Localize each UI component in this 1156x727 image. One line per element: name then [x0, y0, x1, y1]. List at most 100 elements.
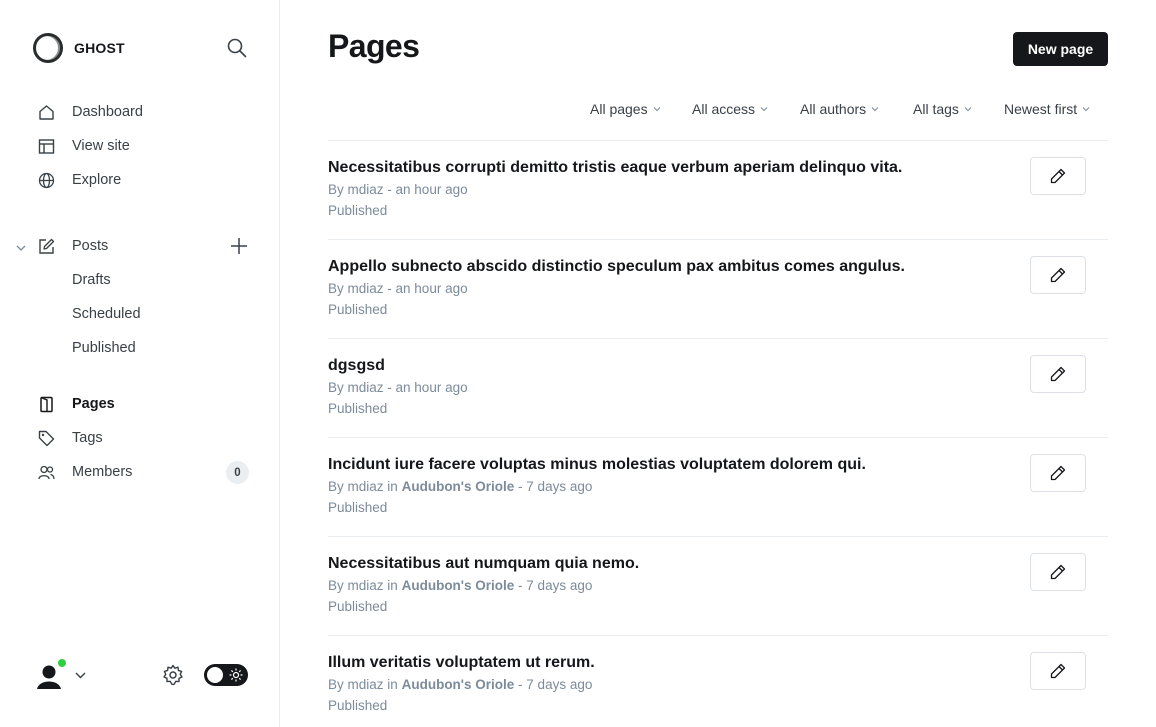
page-meta: By mdiaz - an hour ago	[328, 281, 468, 296]
sidebar: GHOST Dashboard View site Explore Posts	[0, 0, 280, 727]
page-row[interactable]: Appello subnecto abscido distinctio spec…	[328, 240, 1108, 339]
members-count-badge: 0	[226, 461, 249, 484]
chevron-down-icon	[964, 107, 972, 112]
edit-button[interactable]	[1030, 355, 1086, 393]
sidebar-item-scheduled[interactable]: Scheduled	[0, 299, 279, 329]
tag-icon	[38, 430, 55, 447]
chevron-down-icon	[871, 107, 879, 112]
author: By mdiaz	[328, 479, 384, 494]
page-row[interactable]: Necessitatibus corrupti demitto tristis …	[328, 141, 1108, 240]
page-row[interactable]: Necessitatibus aut numquam quia nemo. By…	[328, 537, 1108, 636]
page-title-link[interactable]: Illum veritatis voluptatem ut rerum.	[328, 654, 595, 672]
tag-link[interactable]: Audubon's Oriole	[402, 479, 515, 494]
sidebar-item-dashboard[interactable]: Dashboard	[0, 97, 279, 127]
toggle-knob	[207, 667, 223, 683]
sidebar-footer	[0, 650, 279, 700]
chevron-down-icon[interactable]	[15, 241, 27, 253]
page-row[interactable]: dgsgsd By mdiaz - an hour ago Published	[328, 339, 1108, 438]
filter-bar: All pages All access All authors All tag…	[280, 101, 1156, 121]
sidebar-item-published[interactable]: Published	[0, 333, 279, 363]
page-meta: By mdiaz - an hour ago	[328, 380, 468, 395]
sidebar-item-label: Tags	[72, 430, 103, 446]
new-page-button[interactable]: New page	[1013, 32, 1108, 66]
brand-name: GHOST	[74, 40, 125, 56]
page-meta: By mdiaz in Audubon's Oriole - 7 days ag…	[328, 479, 593, 494]
status-label: Published	[328, 203, 388, 218]
chevron-down-icon	[1082, 107, 1090, 112]
home-icon	[38, 104, 55, 121]
view-site-icon	[38, 138, 55, 155]
sidebar-item-label: View site	[72, 138, 130, 154]
status-label: Published	[328, 599, 388, 614]
status-label: Published	[328, 401, 388, 416]
in-label: in	[387, 578, 398, 593]
sidebar-item-explore[interactable]: Explore	[0, 165, 279, 195]
tag-link[interactable]: Audubon's Oriole	[402, 578, 515, 593]
filter-type[interactable]: All pages	[590, 101, 661, 117]
page-meta: By mdiaz in Audubon's Oriole - 7 days ag…	[328, 578, 593, 593]
timestamp: 7 days ago	[526, 479, 593, 494]
sun-icon	[229, 668, 243, 682]
timestamp: an hour ago	[395, 380, 468, 395]
sidebar-item-drafts[interactable]: Drafts	[0, 265, 279, 295]
filter-order[interactable]: Newest first	[1004, 101, 1090, 117]
page-title-link[interactable]: Necessitatibus corrupti demitto tristis …	[328, 159, 902, 177]
gear-icon[interactable]	[162, 664, 184, 686]
add-post-icon[interactable]	[229, 236, 249, 256]
sidebar-item-label: Dashboard	[72, 104, 143, 120]
page-title-link[interactable]: Necessitatibus aut numquam quia nemo.	[328, 555, 639, 573]
page-row[interactable]: Illum veritatis voluptatem ut rerum. By …	[328, 636, 1108, 727]
edit-button[interactable]	[1030, 454, 1086, 492]
page-title-link[interactable]: Incidunt iure facere voluptas minus mole…	[328, 456, 866, 474]
sidebar-item-pages[interactable]: Pages	[0, 389, 279, 419]
status-label: Published	[328, 302, 388, 317]
sidebar-item-label: Scheduled	[72, 306, 141, 322]
sidebar-item-view-site[interactable]: View site	[0, 131, 279, 161]
brand[interactable]: GHOST	[33, 33, 125, 63]
search-icon[interactable]	[226, 37, 248, 59]
pencil-icon	[1050, 663, 1066, 679]
status-label: Published	[328, 698, 388, 713]
timestamp: an hour ago	[395, 281, 468, 296]
edit-button[interactable]	[1030, 652, 1086, 690]
chevron-down-icon	[653, 107, 660, 112]
tag-link[interactable]: Audubon's Oriole	[402, 677, 515, 692]
pages-icon	[38, 396, 55, 413]
pencil-icon	[1050, 564, 1066, 580]
sidebar-item-label: Posts	[72, 238, 109, 254]
chevron-down-icon	[760, 107, 768, 112]
sidebar-item-tags[interactable]: Tags	[0, 423, 279, 453]
ghost-logo-icon	[33, 33, 63, 63]
page-title-link[interactable]: dgsgsd	[328, 357, 385, 375]
filter-access[interactable]: All access	[692, 101, 768, 117]
author: By mdiaz	[328, 677, 384, 692]
timestamp: an hour ago	[395, 182, 468, 197]
timestamp: 7 days ago	[526, 578, 593, 593]
page-title: Pages	[328, 28, 420, 64]
members-icon	[38, 464, 55, 481]
page-title-link[interactable]: Appello subnecto abscido distinctio spec…	[328, 258, 905, 276]
filter-tag[interactable]: All tags	[913, 101, 972, 117]
author: By mdiaz	[328, 578, 384, 593]
online-status-dot	[57, 658, 67, 668]
globe-icon	[38, 172, 55, 189]
page-meta: By mdiaz in Audubon's Oriole - 7 days ag…	[328, 677, 593, 692]
filter-label: All pages	[590, 101, 648, 117]
filter-label: All tags	[913, 101, 959, 117]
timestamp: 7 days ago	[526, 677, 593, 692]
in-label: in	[387, 479, 398, 494]
in-label: in	[387, 677, 398, 692]
edit-post-icon	[38, 238, 55, 255]
filter-label: All authors	[800, 101, 867, 117]
sidebar-item-label: Members	[72, 464, 133, 480]
author: By mdiaz	[328, 182, 384, 197]
filter-author[interactable]: All authors	[800, 101, 879, 117]
chevron-down-icon[interactable]	[74, 669, 87, 682]
edit-button[interactable]	[1030, 553, 1086, 591]
pencil-icon	[1050, 366, 1066, 382]
theme-toggle[interactable]	[204, 664, 248, 686]
edit-button[interactable]	[1030, 256, 1086, 294]
author: By mdiaz	[328, 380, 384, 395]
edit-button[interactable]	[1030, 157, 1086, 195]
page-row[interactable]: Incidunt iure facere voluptas minus mole…	[328, 438, 1108, 537]
